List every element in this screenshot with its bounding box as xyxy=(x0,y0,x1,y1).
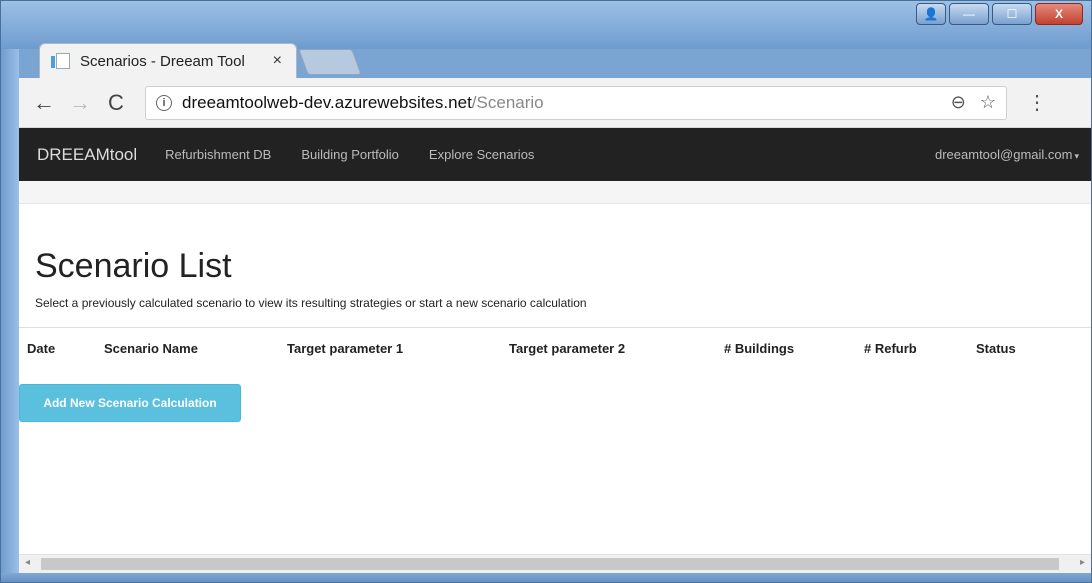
tab-title: Scenarios - Dreeam Tool xyxy=(80,52,245,70)
browser-menu-icon[interactable]: ⋮ xyxy=(1027,90,1047,115)
window-frame-left xyxy=(1,49,19,573)
url-host: dreeamtoolweb-dev.azurewebsites.net xyxy=(182,92,472,112)
column-header-target-parameter-2[interactable]: Target parameter 2 xyxy=(509,341,625,356)
page-title: Scenario List xyxy=(35,247,232,285)
scroll-right-icon[interactable]: ▸ xyxy=(1080,557,1085,568)
bookmark-star-icon[interactable]: ☆ xyxy=(980,92,996,113)
main-content: Scenario List Select a previously calcul… xyxy=(19,247,1091,310)
column-header-buildings[interactable]: # Buildings xyxy=(724,341,794,356)
page-favicon-icon xyxy=(56,53,70,69)
reload-icon[interactable]: C xyxy=(105,90,127,116)
scrollbar-thumb[interactable] xyxy=(41,558,1059,570)
zoom-icon[interactable]: ⊖ xyxy=(951,92,966,113)
page-subtitle: Select a previously calculated scenario … xyxy=(35,296,587,310)
nav-link-building-portfolio[interactable]: Building Portfolio xyxy=(301,147,399,162)
horizontal-scrollbar[interactable]: ◂ ▸ xyxy=(19,554,1091,573)
forward-icon[interactable]: → xyxy=(69,90,91,116)
column-header-target-parameter-1[interactable]: Target parameter 1 xyxy=(287,341,403,356)
window-controls: 👤 — ☐ X xyxy=(916,3,1083,25)
browser-toolbar: ← → C i dreeamtoolweb-dev.azurewebsites.… xyxy=(19,78,1091,128)
user-menu[interactable]: dreeamtool@gmail.com ▾ xyxy=(935,147,1079,162)
site-info-icon[interactable]: i xyxy=(156,94,172,111)
new-tab-button[interactable] xyxy=(298,49,362,75)
browser-tab[interactable]: Scenarios - Dreeam Tool × xyxy=(39,43,297,78)
back-icon[interactable]: ← xyxy=(33,90,55,116)
close-window-button[interactable]: X xyxy=(1035,3,1083,25)
user-email: dreeamtool@gmail.com xyxy=(934,147,1073,162)
minimize-button[interactable]: — xyxy=(949,3,989,25)
table-header: Date Scenario Name Target parameter 1 Ta… xyxy=(19,327,1091,366)
column-header-scenario-name[interactable]: Scenario Name xyxy=(104,341,198,356)
maximize-button[interactable]: ☐ xyxy=(992,3,1032,25)
add-new-scenario-button[interactable]: Add New Scenario Calculation xyxy=(19,384,241,422)
tab-close-icon[interactable]: × xyxy=(273,52,282,70)
user-icon[interactable]: 👤 xyxy=(916,3,946,25)
column-header-status[interactable]: Status xyxy=(976,341,1016,356)
sub-navbar xyxy=(19,181,1091,204)
nav-link-refurbishment-db[interactable]: Refurbishment DB xyxy=(165,147,271,162)
web-page: DREEAMtool Refurbishment DB Building Por… xyxy=(19,128,1091,554)
address-bar[interactable]: i dreeamtoolweb-dev.azurewebsites.net /S… xyxy=(145,85,1007,120)
brand-link[interactable]: DREEAMtool xyxy=(37,145,137,165)
browser-window: 👤 — ☐ X Scenarios - Dreeam Tool × ← → C … xyxy=(0,0,1092,583)
scroll-left-icon[interactable]: ◂ xyxy=(25,557,30,568)
column-header-date[interactable]: Date xyxy=(27,341,55,356)
window-frame-bottom xyxy=(1,573,1091,582)
nav-link-explore-scenarios[interactable]: Explore Scenarios xyxy=(429,147,535,162)
site-navbar: DREEAMtool Refurbishment DB Building Por… xyxy=(19,128,1091,181)
url-path: /Scenario xyxy=(471,92,544,112)
column-header-refurb[interactable]: # Refurb xyxy=(864,341,917,356)
caret-down-icon: ▾ xyxy=(1074,151,1079,161)
